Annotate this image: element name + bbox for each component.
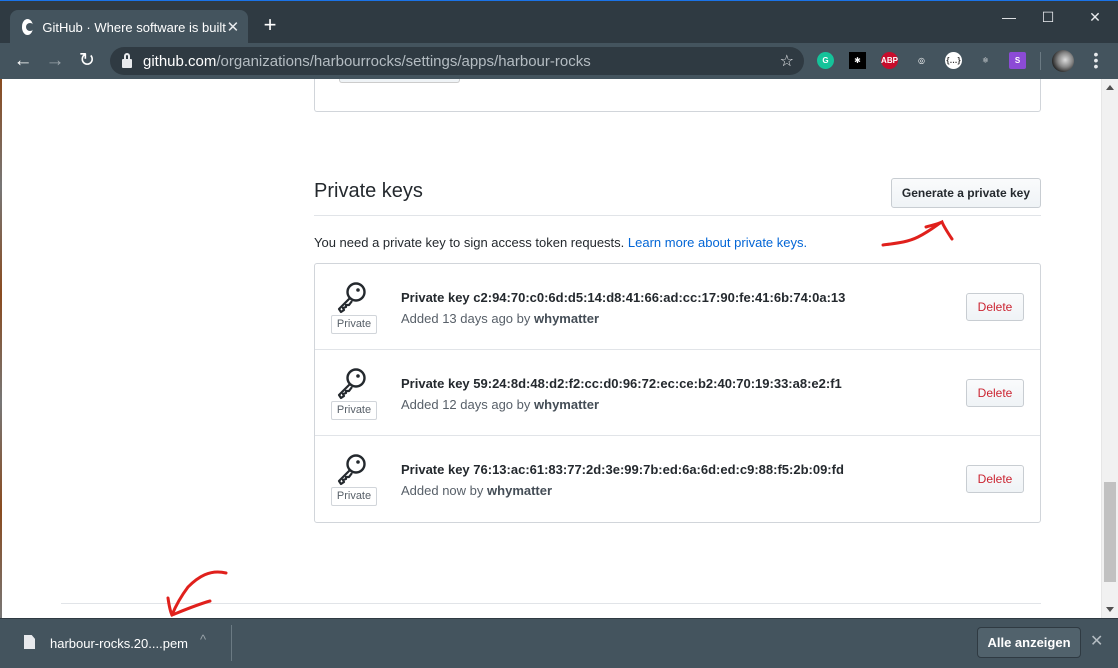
react-devtools-extension-icon[interactable]: ⚛: [977, 52, 994, 69]
download-options-chevron-icon[interactable]: ^: [200, 632, 206, 647]
scroll-up-arrow-icon[interactable]: [1106, 85, 1114, 90]
page-content: Private keys Generate a private key You …: [0, 79, 1101, 618]
browser-window: GitHub · Where software is built ✕ + — ☐…: [0, 0, 1118, 668]
delete-key-button[interactable]: Delete: [966, 379, 1024, 407]
download-file-name[interactable]: harbour-rocks.20....pem: [50, 636, 188, 651]
key-added-text: Added now by: [401, 483, 484, 498]
private-badge: Private: [331, 315, 377, 334]
tab-close-icon[interactable]: ✕: [226, 18, 240, 36]
delete-key-button[interactable]: Delete: [966, 293, 1024, 321]
key-added-info: Added now by whymatter: [401, 483, 552, 498]
private-keys-description: You need a private key to sign access to…: [314, 235, 807, 250]
page-scrollbar[interactable]: [1101, 79, 1118, 618]
browser-tab[interactable]: GitHub · Where software is built ✕: [10, 10, 248, 44]
key-added-text: Added 12 days ago by: [401, 397, 531, 412]
key-added-text: Added 13 days ago by: [401, 311, 531, 326]
profile-avatar[interactable]: [1052, 50, 1074, 72]
back-button[interactable]: ←: [11, 49, 35, 73]
address-bar[interactable]: github.com/organizations/harbourrocks/se…: [110, 47, 804, 75]
key-added-user: whymatter: [534, 397, 600, 412]
key-icon: [337, 454, 366, 486]
key-added-info: Added 13 days ago by whymatter: [401, 311, 599, 326]
reload-button[interactable]: ↻: [75, 49, 99, 73]
previous-section-button[interactable]: [339, 79, 460, 83]
learn-more-link[interactable]: Learn more about private keys.: [628, 235, 807, 250]
bookmark-star-icon[interactable]: ☆: [780, 51, 794, 71]
key-fingerprint: Private key c2:94:70:c0:6d:d5:14:d8:41:6…: [401, 290, 846, 305]
window-edge: [0, 79, 2, 618]
new-tab-button[interactable]: +: [258, 13, 282, 37]
title-bar: GitHub · Where software is built ✕ + — ☐…: [0, 1, 1118, 44]
private-keys-header: Private keys Generate a private key: [314, 178, 1041, 216]
grammarly-extension-icon[interactable]: G: [817, 52, 834, 69]
tab-title: GitHub · Where software is built: [42, 19, 226, 35]
json-formatter-extension-icon[interactable]: {…}: [945, 52, 962, 69]
lock-icon: [122, 52, 132, 68]
delete-key-button[interactable]: Delete: [966, 465, 1024, 493]
key-fingerprint: Private key 59:24:8d:48:d2:f2:cc:d0:96:7…: [401, 376, 842, 391]
browser-toolbar: ← → ↻ github.com/organizations/harbourro…: [0, 43, 1118, 79]
key-added-info: Added 12 days ago by whymatter: [401, 397, 599, 412]
show-all-downloads-button[interactable]: Alle anzeigen: [977, 627, 1081, 658]
key-fingerprint: Private key 76:13:ac:61:83:77:2d:3e:99:7…: [401, 462, 844, 477]
description-text: You need a private key to sign access to…: [314, 235, 625, 250]
url-path: /organizations/harbourrocks/settings/app…: [216, 52, 591, 70]
browser-menu-icon[interactable]: • • •: [1093, 47, 1099, 73]
key-icon: [337, 368, 366, 400]
scroll-down-arrow-icon[interactable]: [1106, 607, 1114, 612]
file-icon: [24, 635, 35, 649]
key-added-user: whymatter: [487, 483, 553, 498]
key-row: Private Private key 59:24:8d:48:d2:f2:cc…: [315, 350, 1040, 436]
key-icon: [337, 282, 366, 314]
previous-section-box: [314, 79, 1041, 112]
github-favicon-icon: [22, 19, 35, 35]
annotation-arrow-generate: [881, 219, 954, 247]
annotation-arrow-download: [166, 570, 228, 617]
private-keys-list: Private Private key c2:94:70:c0:6d:d5:14…: [314, 263, 1041, 523]
target-extension-icon[interactable]: ◎: [913, 52, 930, 69]
adblock-plus-extension-icon[interactable]: ABP: [881, 52, 898, 69]
private-badge: Private: [331, 401, 377, 420]
maximize-button[interactable]: ☐: [1025, 2, 1071, 32]
generate-private-key-button[interactable]: Generate a private key: [890, 178, 1041, 208]
key-row: Private Private key c2:94:70:c0:6d:d5:14…: [315, 264, 1040, 350]
key-row: Private Private key 76:13:ac:61:83:77:2d…: [315, 436, 1040, 522]
close-window-button[interactable]: ✕: [1072, 2, 1118, 32]
toolbar-separator: [1040, 52, 1041, 70]
color-picker-extension-icon[interactable]: ✱: [849, 52, 866, 69]
url-host: github.com: [143, 52, 217, 70]
section-title: Private keys: [314, 180, 423, 202]
close-download-shelf-icon[interactable]: ✕: [1090, 631, 1103, 651]
snake-extension-icon[interactable]: S: [1009, 52, 1026, 69]
scroll-thumb[interactable]: [1104, 482, 1116, 582]
forward-button[interactable]: →: [43, 49, 67, 73]
private-badge: Private: [331, 487, 377, 506]
download-shelf: harbour-rocks.20....pem ^ Alle anzeigen …: [0, 618, 1118, 668]
key-added-user: whymatter: [534, 311, 600, 326]
download-separator: [231, 625, 232, 661]
footer-divider: [61, 603, 1041, 604]
